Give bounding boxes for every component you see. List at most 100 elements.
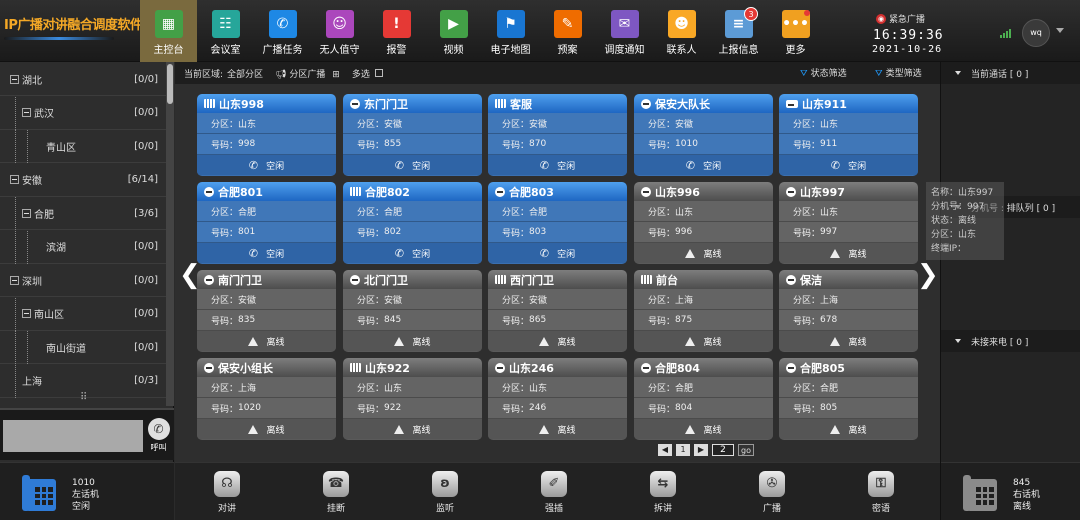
action-button-5[interactable]: ✇ 广播 — [745, 471, 799, 514]
expand-toggle-icon[interactable] — [10, 74, 19, 84]
expand-toggle-icon[interactable] — [10, 275, 19, 285]
user-avatar[interactable]: wq — [1022, 19, 1050, 47]
expand-toggle-icon[interactable] — [22, 309, 31, 318]
nav-item-0[interactable]: ▦ 主控台 — [140, 0, 197, 62]
tree-node-content: 安徽 — [10, 172, 42, 187]
action-button-3[interactable]: ✐ 强插 — [527, 471, 581, 514]
action-button-0[interactable]: ☊ 对讲 — [200, 471, 254, 514]
multi-select-checkbox[interactable] — [374, 69, 383, 77]
tree-node[interactable]: 武汉 [0/0] — [0, 96, 166, 130]
tree-node[interactable]: 南山区 [0/0] — [0, 297, 166, 331]
video-camera-icon: ▶ — [439, 10, 468, 38]
pager-prev-button[interactable]: ◀ — [658, 444, 672, 456]
tree-scrollbar[interactable] — [166, 62, 174, 406]
current-calls-header[interactable]: 当前通话 [ 0 ] — [941, 62, 1080, 84]
call-button[interactable]: ✆ 呼叫 — [146, 418, 171, 456]
terminal-card[interactable]: 山东922 分区： 山东 号码： 922 离线 — [343, 358, 482, 440]
terminal-card[interactable]: 山东911 分区： 山东 号码： 911 ✆ 空闲 — [779, 94, 918, 176]
terminal-status: 离线 — [197, 331, 336, 351]
nav-item-9[interactable]: ☻ 联系人 — [653, 0, 710, 62]
terminal-card[interactable]: 山东998 分区： 山东 号码： 998 ✆ 空闲 — [197, 94, 336, 176]
pager-page-input[interactable]: 2 — [712, 444, 734, 456]
tree-node[interactable]: 深圳 [0/0] — [0, 264, 166, 297]
nav-item-10[interactable]: ≡ 上报信息 3 — [710, 0, 767, 62]
notification-badge: 3 — [744, 7, 758, 21]
action-button-6[interactable]: ⚿ 密语 — [854, 471, 908, 514]
nav-item-label: 预案 — [557, 45, 578, 56]
tree-node[interactable]: 滨湖 [0/0] — [0, 230, 166, 264]
terminal-card[interactable]: 保洁 分区： 上海 号码： 678 离线 — [779, 270, 918, 352]
nav-item-5[interactable]: ▶ 视频 — [425, 0, 482, 62]
terminal-zone-row: 分区： 合肥 — [343, 201, 482, 222]
action-button-1[interactable]: ☎ 挂断 — [309, 471, 363, 514]
nav-item-11[interactable]: ••• 更多 — [767, 0, 824, 62]
terminal-zone: 合肥 — [238, 207, 257, 218]
terminal-card[interactable]: 西门门卫 分区： 安徽 号码： 865 离线 — [488, 270, 627, 352]
tree-node[interactable]: 湖北 [0/0] — [0, 63, 166, 96]
nav-item-8[interactable]: ✉ 调度通知 — [596, 0, 653, 62]
nav-item-7[interactable]: ✎ 预案 — [539, 0, 596, 62]
offline-warning-icon — [394, 424, 405, 434]
action-button-4[interactable]: ⇆ 拆讲 — [636, 471, 690, 514]
terminal-card[interactable]: 合肥801 分区： 合肥 号码： 801 ✆ 空闲 — [197, 182, 336, 264]
pager-current-page[interactable]: 1 — [676, 444, 690, 456]
missed-calls-header[interactable]: 未接来电 [ 0 ] — [941, 330, 1080, 352]
nav-item-2[interactable]: ✆ 广播任务 — [254, 0, 311, 62]
zone-label: 分区： — [211, 119, 239, 130]
dial-input[interactable] — [3, 420, 143, 452]
tree-node[interactable]: 青山区 [0/0] — [0, 130, 166, 163]
expand-toggle-icon[interactable] — [22, 208, 31, 218]
zone-label: 分区： — [211, 207, 239, 218]
terminal-card[interactable]: 客服 分区： 安徽 号码： 870 ✆ 空闲 — [488, 94, 627, 176]
terminal-card-header: 山东998 — [197, 94, 336, 113]
pager-go-button[interactable]: go — [738, 444, 754, 456]
terminal-card[interactable]: 山东246 分区： 山东 号码： 246 离线 — [488, 358, 627, 440]
tree-node[interactable]: 南山街道 [0/0] — [0, 331, 166, 364]
next-page-arrow-icon[interactable]: ❯ — [917, 260, 939, 290]
pager-next-button[interactable]: ▶ — [694, 444, 708, 456]
left-phone-icon — [22, 473, 62, 513]
tree-node[interactable]: 合肥 [3/6] — [0, 197, 166, 230]
nav-item-6[interactable]: ⚑ 电子地图 — [482, 0, 539, 62]
expand-toggle-icon[interactable] — [10, 175, 19, 184]
nav-item-1[interactable]: ☷ 会议室 — [197, 0, 254, 62]
tooltip-name: 名称：山东997 — [931, 188, 994, 198]
terminal-card[interactable]: 山东996 分区： 山东 号码： 996 离线 — [634, 182, 773, 264]
broadcast-settings-icon[interactable]: ⊞ — [332, 70, 340, 80]
tree-scroll-thumb[interactable] — [167, 64, 173, 104]
terminal-card[interactable]: 合肥805 分区： 合肥 号码： 805 离线 — [779, 358, 918, 440]
left-handset-status[interactable]: 1010 左话机 空闲 — [0, 462, 174, 520]
status-filter-button[interactable]: ⛛ 状态筛选 — [800, 66, 847, 79]
expand-toggle-icon[interactable] — [22, 108, 31, 117]
action-button-2[interactable]: ʚ 监听 — [418, 471, 472, 514]
nav-item-3[interactable]: ☺ 无人值守 — [311, 0, 368, 62]
nav-item-4[interactable]: ! 报警 — [368, 0, 425, 62]
emergency-broadcast-button[interactable]: ◉ 紧急广播 — [876, 12, 925, 25]
terminal-card[interactable]: 保安小组长 分区： 上海 号码： 1020 离线 — [197, 358, 336, 440]
terminal-zone: 安徽 — [529, 119, 548, 130]
terminal-card[interactable]: 北门门卫 分区： 安徽 号码： 845 离线 — [343, 270, 482, 352]
tree-guide-line — [15, 230, 16, 264]
type-filter-button[interactable]: ⛛ 类型筛选 — [875, 66, 922, 79]
terminal-card[interactable]: 山东997 分区： 山东 号码： 997 离线 — [779, 182, 918, 264]
zone-broadcast-button[interactable]: 📢︎ 分区广播 ⊞ — [275, 67, 340, 80]
tree-node[interactable]: 安徽 [6/14] — [0, 164, 166, 197]
terminal-card[interactable]: 合肥802 分区： 合肥 号码： 802 ✆ 空闲 — [343, 182, 482, 264]
area-value[interactable]: 全部分区 — [227, 67, 263, 80]
zone-tree: 湖北 [0/0] 武汉 [0/0] 青山区 [0/0] 安徽 [6/14] 合肥 [3/6] 滨湖 [… — [0, 62, 166, 406]
terminal-number: 997 — [820, 227, 838, 237]
right-handset-status[interactable]: 845 右话机 离线 — [941, 462, 1080, 520]
terminal-card[interactable]: 南门门卫 分区： 安徽 号码： 835 离线 — [197, 270, 336, 352]
terminal-status: ✆ 空闲 — [634, 155, 773, 175]
terminal-card[interactable]: 保安大队长 分区： 安徽 号码： 1010 ✆ 空闲 — [634, 94, 773, 176]
terminal-device-icon — [641, 186, 651, 197]
terminal-status: 离线 — [343, 331, 482, 351]
number-label: 号码： — [648, 316, 676, 327]
terminal-card[interactable]: 前台 分区： 上海 号码： 875 离线 — [634, 270, 773, 352]
user-menu-chevron-icon[interactable] — [1056, 28, 1064, 33]
zone-label: 分区： — [211, 295, 239, 306]
terminal-card[interactable]: 合肥804 分区： 合肥 号码： 804 离线 — [634, 358, 773, 440]
resize-grip-icon[interactable]: ⠿ — [80, 392, 87, 403]
terminal-card[interactable]: 合肥803 分区： 合肥 号码： 803 ✆ 空闲 — [488, 182, 627, 264]
terminal-card[interactable]: 东门门卫 分区： 安徽 号码： 855 ✆ 空闲 — [343, 94, 482, 176]
